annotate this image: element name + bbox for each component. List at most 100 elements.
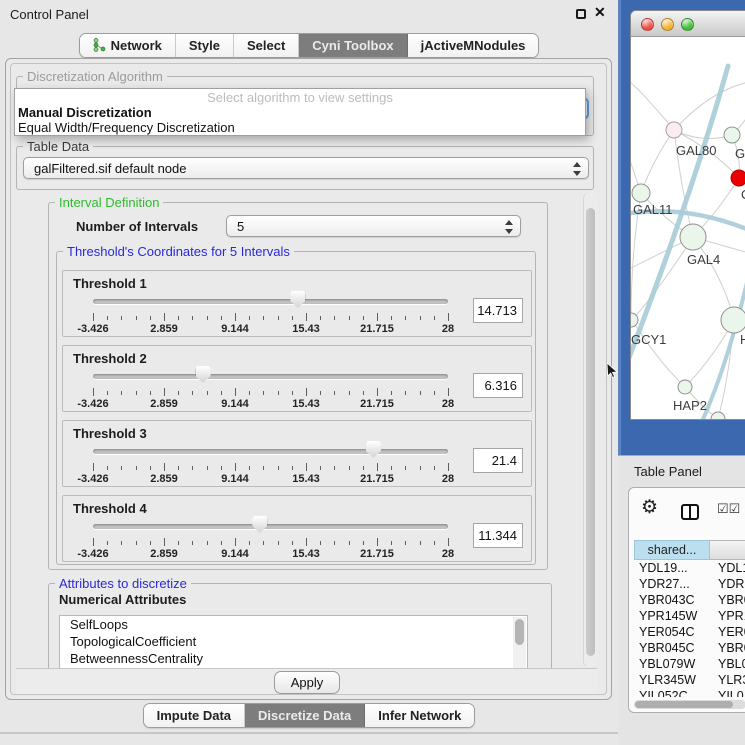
slider-thumb[interactable] (366, 441, 381, 458)
tab-network[interactable]: Network (80, 34, 176, 57)
network-canvas[interactable]: GAL80GCGAL11GAL4GCY1HHAP2 (631, 38, 745, 420)
tick-label: 21.715 (350, 398, 404, 410)
slider-track[interactable] (93, 449, 448, 454)
scrollbar-thumb[interactable] (515, 619, 524, 645)
tab-jactivemnodules[interactable]: jActiveMNodules (408, 34, 539, 57)
network-node-label: GAL11 (633, 202, 673, 217)
slider-track[interactable] (93, 299, 448, 304)
gear-icon[interactable]: ⚙ (641, 496, 658, 519)
table-row[interactable]: YER054CYER0 (634, 624, 745, 640)
threshold-value-field[interactable]: 6.316 (473, 373, 523, 398)
table-data-combobox[interactable]: galFiltered.sif default node (23, 157, 589, 179)
tab-select[interactable]: Select (234, 34, 299, 57)
tick-mark (349, 466, 350, 470)
bottom-tab-impute-data[interactable]: Impute Data (144, 704, 245, 727)
tick-mark (434, 391, 435, 395)
checkbox-icon: ☑ (717, 501, 729, 516)
network-edge[interactable] (641, 130, 674, 193)
attribute-item[interactable]: TopologicalCoefficient (60, 633, 527, 650)
network-node[interactable] (678, 380, 692, 394)
network-edge[interactable] (632, 237, 693, 320)
algorithm-option[interactable]: Equal Width/Frequency Discretization (15, 120, 585, 135)
tick-mark (405, 541, 406, 545)
tick-mark (93, 463, 94, 471)
network-node[interactable] (731, 170, 745, 186)
slider-thumb[interactable] (196, 366, 211, 383)
tick-mark (334, 391, 335, 395)
tick-mark (93, 538, 94, 546)
scrollbar-thumb[interactable] (586, 208, 595, 656)
network-node[interactable] (680, 224, 706, 250)
network-node[interactable] (724, 127, 740, 143)
table-row[interactable]: YBL079WYBL0 (634, 656, 745, 672)
tab-style[interactable]: Style (176, 34, 234, 57)
group-legend-attributes: Attributes to discretize (55, 576, 191, 591)
tick-mark (278, 316, 279, 320)
slider-thumb[interactable] (252, 516, 267, 533)
table-row[interactable]: YBR043CYBR0 (634, 592, 745, 608)
table-horizontal-scrollbar[interactable] (634, 700, 745, 709)
table-row[interactable]: YBR045CYBR0 (634, 640, 745, 656)
table-row[interactable]: YIL052CYIL0 (634, 688, 745, 697)
numerical-attributes-list[interactable]: SelfLoopsTopologicalCoefficientBetweenne… (59, 615, 528, 668)
tick-mark (207, 466, 208, 470)
table-row[interactable]: YDR27...YDR2 (634, 576, 745, 592)
tab-cyni-toolbox[interactable]: Cyni Toolbox (299, 34, 407, 57)
threshold-value-field[interactable]: 11.344 (473, 523, 523, 548)
close-traffic-light[interactable] (641, 18, 654, 31)
network-node-label: GCY1 (631, 332, 666, 347)
network-node-label: C (741, 187, 745, 202)
tick-mark (93, 388, 94, 396)
threshold-label: Threshold 4 (73, 501, 147, 516)
slider-thumb[interactable] (290, 291, 305, 308)
threshold-value-field[interactable]: 14.713 (473, 298, 523, 323)
tick-mark (292, 316, 293, 320)
tick-mark (221, 466, 222, 470)
bottom-tab-infer-network[interactable]: Infer Network (365, 704, 474, 727)
tick-mark (334, 541, 335, 545)
attributes-list-scrollbar[interactable] (513, 617, 526, 668)
number-of-intervals-combobox[interactable]: 5 (226, 215, 521, 237)
close-icon[interactable]: ✕ (594, 4, 606, 21)
tick-mark (136, 391, 137, 395)
slider-ticks (93, 313, 449, 322)
network-node[interactable] (721, 307, 745, 333)
tick-mark (192, 466, 193, 470)
table-row[interactable]: YDL19...YDL1 (634, 560, 745, 576)
slider-tick-labels: -3.4262.8599.14415.4321.71528 (93, 323, 449, 335)
cell-shared-name: YBL079W (639, 656, 695, 672)
bottom-tab-discretize-data[interactable]: Discretize Data (245, 704, 365, 727)
panel-vertical-scrollbar[interactable] (583, 192, 597, 668)
slider-track[interactable] (93, 374, 448, 379)
float-window-icon[interactable] (576, 9, 586, 19)
column-layout-icon[interactable] (681, 504, 699, 520)
tick-label: 9.144 (208, 398, 262, 410)
cell-name: YDL1 (718, 560, 745, 576)
zoom-traffic-light[interactable] (681, 18, 694, 31)
tick-mark (192, 316, 193, 320)
tick-mark (405, 466, 406, 470)
network-edge[interactable] (631, 78, 674, 130)
network-node[interactable] (632, 184, 650, 202)
network-node[interactable] (711, 412, 725, 420)
network-node[interactable] (666, 122, 682, 138)
apply-button[interactable]: Apply (274, 671, 340, 694)
column-header-shared-name[interactable]: shared... (634, 540, 710, 560)
window-title: Control Panel (10, 7, 89, 22)
threshold-panel: Threshold 1-3.4262.8599.14415.4321.71528… (62, 270, 532, 337)
scrollbar-thumb[interactable] (635, 701, 733, 708)
network-edge[interactable] (693, 237, 734, 320)
column-header-name[interactable]: na (710, 540, 745, 560)
tick-label: -3.426 (66, 473, 120, 485)
attribute-item[interactable]: BetweennessCentrality (60, 650, 527, 667)
algorithm-option[interactable]: Manual Discretization (15, 105, 585, 120)
table-row[interactable]: YPR145WYPR1 (634, 608, 745, 624)
threshold-value-field[interactable]: 21.4 (473, 448, 523, 473)
table-row[interactable]: YLR345WYLR3 (634, 672, 745, 688)
slider-track[interactable] (93, 524, 448, 529)
attribute-item[interactable]: SelfLoops (60, 616, 527, 633)
network-window-titlebar[interactable] (631, 11, 745, 37)
minimize-traffic-light[interactable] (661, 18, 674, 31)
tick-mark (391, 466, 392, 470)
checkbox-icons[interactable]: ☑☑ (717, 501, 740, 517)
